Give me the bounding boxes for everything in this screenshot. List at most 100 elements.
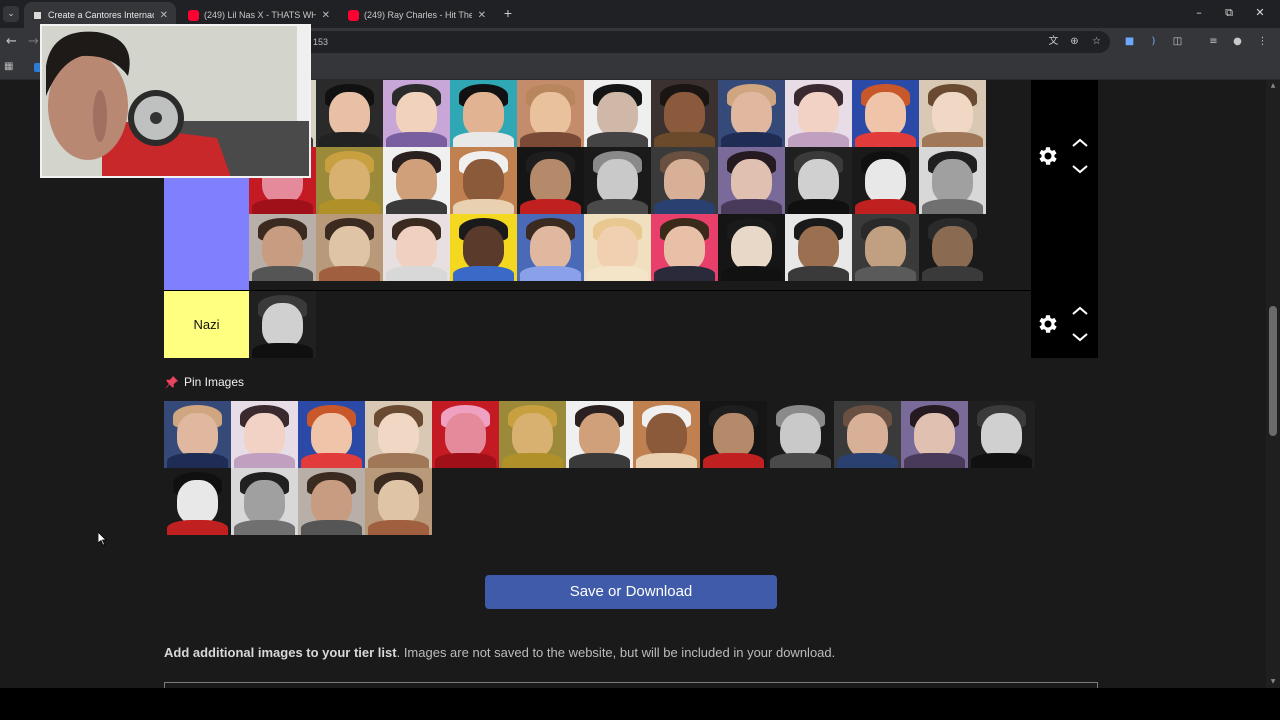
tier-image[interactable] xyxy=(316,147,383,214)
chevron-up-icon[interactable] xyxy=(1071,306,1089,316)
gear-icon[interactable] xyxy=(1035,144,1059,168)
scrollbar-thumb[interactable] xyxy=(1269,306,1277,436)
tier-image[interactable] xyxy=(852,214,919,281)
pinned-image[interactable] xyxy=(633,401,700,468)
restore-icon[interactable]: ⧉ xyxy=(1222,6,1236,20)
apps-grid-icon[interactable]: ▦ xyxy=(4,61,16,73)
zoom-icon[interactable]: ⊕ xyxy=(1068,35,1081,48)
back-icon[interactable]: ← xyxy=(6,34,17,49)
close-tab-icon[interactable]: ✕ xyxy=(478,10,486,21)
translate-icon[interactable]: 文 xyxy=(1047,35,1060,48)
portrait-body xyxy=(434,453,497,468)
pinned-image[interactable] xyxy=(231,468,298,535)
scroll-down-icon[interactable]: ▼ xyxy=(1269,678,1277,685)
pinned-image[interactable] xyxy=(432,401,499,468)
chevron-up-icon[interactable] xyxy=(1071,138,1089,148)
tier-image[interactable] xyxy=(383,80,450,147)
tier-image[interactable] xyxy=(718,214,785,281)
tier-image[interactable] xyxy=(450,214,517,281)
portrait-face xyxy=(530,159,571,204)
additional-images-note: Add additional images to your tier list.… xyxy=(164,645,1098,660)
portrait-face xyxy=(731,226,772,271)
tier-image[interactable] xyxy=(450,80,517,147)
tab-search-icon[interactable]: ⌄ xyxy=(3,6,19,22)
tier-image[interactable] xyxy=(517,80,584,147)
tier-image[interactable] xyxy=(852,147,919,214)
tier-image[interactable] xyxy=(852,80,919,147)
portrait-face xyxy=(597,226,638,271)
pinned-image[interactable] xyxy=(231,401,298,468)
pinned-image[interactable] xyxy=(365,401,432,468)
portrait-face xyxy=(329,159,370,204)
portrait-body xyxy=(233,520,296,535)
pinned-image[interactable] xyxy=(700,401,767,468)
tier-label[interactable]: Nazi xyxy=(164,291,249,358)
scroll-up-icon[interactable]: ▲ xyxy=(1269,82,1277,89)
tier-image[interactable] xyxy=(584,214,651,281)
tier-image[interactable] xyxy=(316,214,383,281)
portrait-face xyxy=(244,413,285,458)
close-tab-icon[interactable]: ✕ xyxy=(160,10,168,21)
pinned-image[interactable] xyxy=(968,401,1035,468)
save-download-button[interactable]: Save or Download xyxy=(485,575,777,609)
profile-avatar-icon[interactable]: ● xyxy=(1231,35,1244,48)
tier-image[interactable] xyxy=(785,147,852,214)
gear-icon[interactable] xyxy=(1035,312,1059,336)
url-text: 153 xyxy=(313,37,329,47)
portrait-face xyxy=(865,92,906,137)
portrait-body xyxy=(921,266,984,281)
tier-items[interactable] xyxy=(249,80,1031,290)
page-scrollbar[interactable]: ▲ ▼ xyxy=(1266,80,1280,688)
tier-image[interactable] xyxy=(517,147,584,214)
pinned-image[interactable] xyxy=(298,401,365,468)
tier-image[interactable] xyxy=(316,80,383,147)
tier-image[interactable] xyxy=(249,291,316,358)
tier-image[interactable] xyxy=(383,214,450,281)
tier-image[interactable] xyxy=(249,214,316,281)
tier-image[interactable] xyxy=(718,80,785,147)
tier-image[interactable] xyxy=(517,214,584,281)
pinned-image[interactable] xyxy=(298,468,365,535)
tier-image[interactable] xyxy=(383,147,450,214)
pinned-image[interactable] xyxy=(164,468,231,535)
chevron-down-icon[interactable] xyxy=(1071,164,1089,174)
new-tab-icon[interactable]: + xyxy=(501,5,515,21)
pinned-image[interactable] xyxy=(834,401,901,468)
tier-image[interactable] xyxy=(651,214,718,281)
tier-image[interactable] xyxy=(651,80,718,147)
pinned-image[interactable] xyxy=(164,401,231,468)
media-control-icon[interactable]: ≡ xyxy=(1207,35,1220,48)
chevron-down-icon[interactable] xyxy=(1071,332,1089,342)
pin-images-grid[interactable] xyxy=(164,401,1098,535)
tier-image[interactable] xyxy=(919,214,986,281)
tier-image[interactable] xyxy=(450,147,517,214)
tier-image[interactable] xyxy=(919,147,986,214)
bookmark-star-icon[interactable]: ☆ xyxy=(1090,35,1103,48)
extension-audio-icon[interactable]: ) xyxy=(1147,35,1160,48)
extensions-puzzle-icon[interactable]: ◫ xyxy=(1171,35,1184,48)
tier-image[interactable] xyxy=(785,214,852,281)
close-window-icon[interactable]: ✕ xyxy=(1253,6,1267,19)
tier-image[interactable] xyxy=(584,147,651,214)
pinned-image[interactable] xyxy=(499,401,566,468)
tab-ray-charles[interactable]: (249) Ray Charles - Hit The Road ✕ xyxy=(340,2,494,28)
tier-controls xyxy=(1031,291,1098,358)
pin-images-header[interactable]: Pin Images xyxy=(165,374,244,390)
tier-image[interactable] xyxy=(919,80,986,147)
pinned-image[interactable] xyxy=(901,401,968,468)
extension-translate-icon[interactable]: ■ xyxy=(1123,35,1136,48)
minimize-icon[interactable]: – xyxy=(1192,6,1206,19)
tier-image[interactable] xyxy=(718,147,785,214)
tier-image[interactable] xyxy=(785,80,852,147)
tier-image[interactable] xyxy=(651,147,718,214)
tier-image[interactable] xyxy=(584,80,651,147)
close-tab-icon[interactable]: ✕ xyxy=(322,10,330,21)
portrait-face xyxy=(445,413,486,458)
tier-items[interactable] xyxy=(249,291,1031,358)
portrait-face xyxy=(664,92,705,137)
forward-icon[interactable]: → xyxy=(28,34,39,49)
pinned-image[interactable] xyxy=(767,401,834,468)
pinned-image[interactable] xyxy=(566,401,633,468)
pinned-image[interactable] xyxy=(365,468,432,535)
menu-kebab-icon[interactable]: ⋮ xyxy=(1256,35,1269,48)
